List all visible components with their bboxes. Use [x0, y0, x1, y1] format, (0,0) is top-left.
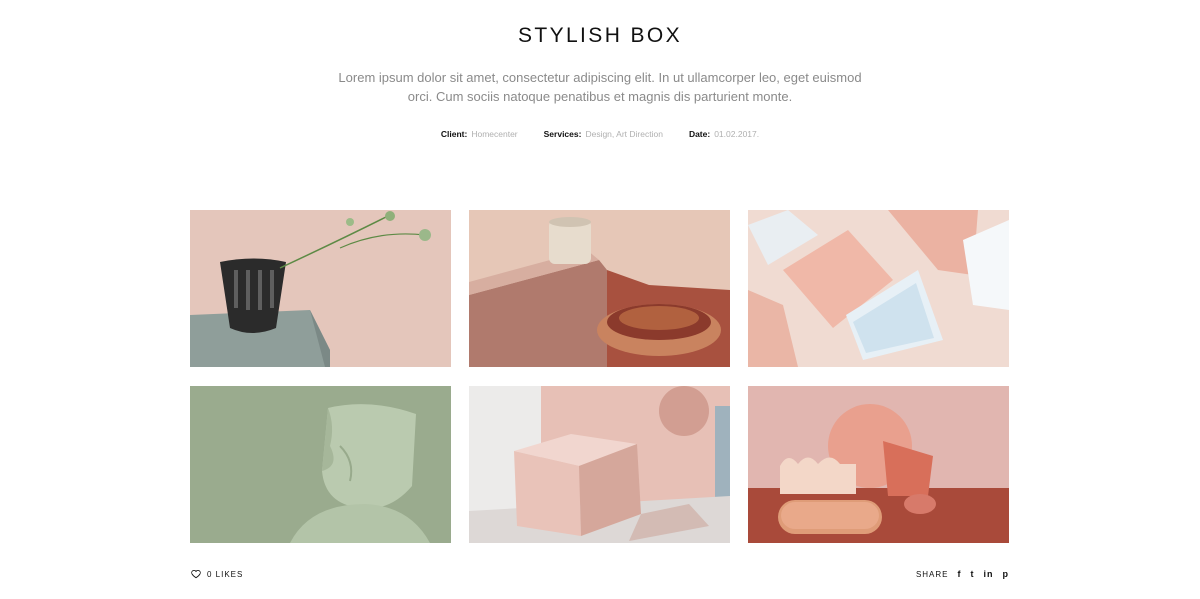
meta-date: Date: 01.02.2017. [689, 129, 759, 139]
meta-date-value: 01.02.2017. [714, 129, 760, 139]
project-description: Lorem ipsum dolor sit amet, consectetur … [338, 70, 862, 104]
gallery-image-5[interactable] [469, 386, 730, 543]
gallery-image-2[interactable] [469, 210, 730, 367]
likes-label: 0 LIKES [207, 569, 244, 579]
project-meta: Client: Homecenter Services: Design, Art… [0, 129, 1200, 139]
share-bar: SHARE f t in p [916, 569, 1009, 579]
likes-button[interactable]: 0 LIKES [191, 569, 243, 579]
gallery-image-1[interactable] [190, 210, 451, 367]
gallery-image-4[interactable] [190, 386, 451, 543]
facebook-icon[interactable]: f [958, 569, 962, 579]
meta-services-value: Design, Art Direction [585, 129, 663, 139]
meta-services-label: Services: [543, 129, 582, 139]
gallery-image-3[interactable] [748, 210, 1009, 367]
meta-client-value: Homecenter [471, 129, 518, 139]
heart-icon [191, 569, 201, 579]
gallery-grid [190, 210, 1010, 543]
twitter-icon[interactable]: t [971, 569, 975, 579]
linkedin-icon[interactable]: in [984, 569, 994, 579]
meta-date-label: Date: [688, 129, 711, 139]
share-label: SHARE [915, 569, 949, 579]
meta-client-label: Client: [440, 129, 468, 139]
meta-client: Client: Homecenter [441, 129, 518, 139]
meta-services: Services: Design, Art Direction [544, 129, 663, 139]
page-title: STYLISH BOX [517, 24, 683, 47]
gallery-image-6[interactable] [748, 386, 1009, 543]
pinterest-icon[interactable]: p [1003, 569, 1010, 579]
